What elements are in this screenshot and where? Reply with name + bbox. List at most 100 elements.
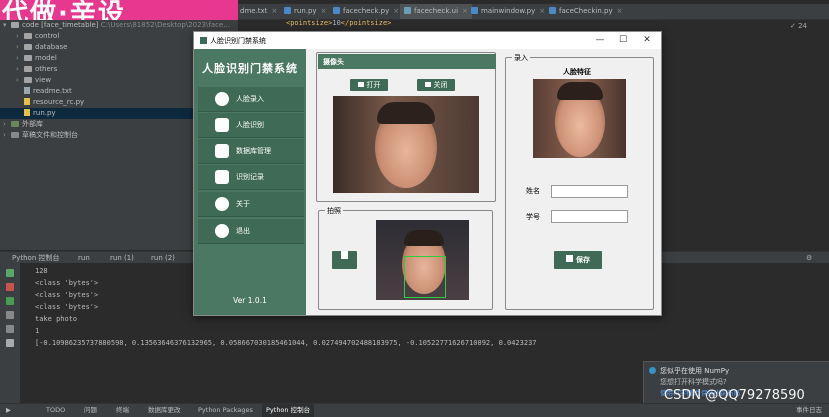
sidebar-item-records[interactable]: 识别记录 — [198, 165, 304, 190]
tree-item[interactable]: › database — [16, 42, 67, 53]
database-icon — [215, 144, 229, 158]
student-id-label: 学号 — [526, 213, 540, 221]
python-file-icon — [24, 109, 30, 116]
maximize-button[interactable]: ☐ — [612, 34, 634, 46]
run-tool-icon[interactable]: ▶ — [6, 404, 11, 417]
run-toolbar — [0, 263, 20, 403]
console-line: [-0.10986235737880598, 0.135636463761329… — [35, 339, 537, 347]
app-window-title: 人脸识别门禁系统 — [210, 37, 266, 45]
info-icon — [649, 367, 656, 374]
rerun-icon[interactable] — [6, 269, 14, 277]
folder-icon — [24, 55, 32, 61]
folder-icon — [24, 44, 32, 50]
notification-title: 您似乎在使用 NumPy — [660, 367, 730, 375]
console-line: 128 — [35, 267, 48, 275]
tool-tab-todo[interactable]: TODO — [46, 404, 65, 417]
tree-item[interactable]: › others — [16, 64, 57, 75]
face-scan-icon — [215, 118, 229, 132]
settings-icon[interactable] — [6, 325, 14, 333]
camera-close-button[interactable]: 关闭 — [417, 79, 455, 91]
folder-icon — [11, 22, 19, 28]
camera-header: 摄像头 — [318, 54, 496, 69]
close-icon[interactable]: × — [539, 7, 545, 15]
scroll-icon[interactable] — [6, 311, 14, 319]
close-icon[interactable]: × — [271, 7, 277, 15]
stop-icon[interactable] — [6, 283, 14, 291]
close-icon[interactable]: × — [617, 7, 623, 15]
tree-item[interactable]: › view — [16, 75, 51, 86]
camera-off-icon — [424, 82, 431, 87]
scratch-icon — [11, 132, 19, 138]
capture-group-title: 拍照 — [325, 206, 343, 216]
text-file-icon — [24, 87, 30, 94]
captured-photo — [376, 220, 469, 300]
app-sidebar: 人脸识别门禁系统 人脸录入 人脸识别 数据库管理 识别记录 关于 退出 Ver … — [194, 49, 306, 315]
editor-tab[interactable]: facecheck.py × — [333, 4, 399, 19]
save-icon — [566, 255, 573, 262]
feature-title: 人脸特征 — [563, 68, 591, 76]
save-button[interactable]: 保存 — [554, 251, 602, 269]
folder-icon — [24, 66, 32, 72]
library-icon — [11, 121, 19, 127]
student-id-field[interactable] — [551, 210, 628, 223]
sidebar-item-database[interactable]: 数据库管理 — [198, 139, 304, 164]
add-icon[interactable] — [6, 339, 14, 347]
promo-banner-text: 代做·辛设 — [2, 0, 126, 20]
ui-file-icon — [404, 7, 411, 14]
run-icon[interactable] — [6, 297, 14, 305]
console-line: 1 — [35, 327, 40, 335]
face-detection-box — [404, 256, 446, 298]
camera-open-button[interactable]: 打开 — [350, 79, 388, 91]
tool-tab-db-changes[interactable]: 数据库更改 — [148, 404, 181, 417]
editor-tab[interactable]: mainwindow.py × — [471, 4, 545, 19]
editor-tab[interactable]: faceCheckin.py × — [549, 4, 623, 19]
tool-tab-problems[interactable]: 问题 — [84, 404, 97, 417]
camera-icon — [357, 82, 364, 87]
take-photo-button[interactable] — [332, 251, 357, 269]
minimize-button[interactable]: — — [589, 34, 611, 46]
camera-preview — [333, 96, 479, 193]
close-icon[interactable]: × — [462, 7, 468, 15]
editor-tab[interactable]: dme.txt × — [240, 4, 277, 19]
close-icon[interactable]: × — [393, 7, 399, 15]
tool-tab-console[interactable]: Python 控制台 — [262, 404, 315, 417]
watermark-text: CSDN @QQ79278590 — [664, 388, 805, 403]
console-line: <class 'bytes'> — [35, 291, 99, 299]
console-line: <class 'bytes'> — [35, 303, 99, 311]
sidebar-item-about[interactable]: 关于 — [198, 192, 304, 217]
close-icon[interactable]: × — [321, 7, 327, 15]
tree-item[interactable]: › control — [16, 31, 59, 42]
name-field[interactable] — [551, 185, 628, 198]
editor-tab[interactable]: run.py × — [284, 4, 326, 19]
user-add-icon — [215, 92, 229, 106]
app-icon — [200, 37, 207, 44]
tree-item[interactable]: › 草稿文件和控制台 — [3, 130, 78, 141]
editor-tab-bar: dme.txt × run.py × facecheck.py × facecheck… — [238, 4, 829, 20]
python-file-icon — [333, 7, 340, 14]
tool-tab-packages[interactable]: Python Packages — [198, 404, 253, 417]
console-line: take photo — [35, 315, 78, 323]
hair-shape — [404, 230, 444, 246]
name-label: 姓名 — [526, 187, 540, 195]
camera-icon — [341, 251, 348, 259]
tree-item[interactable]: resource_rc.py — [24, 97, 84, 108]
tree-item[interactable]: › 外部库 — [3, 119, 43, 130]
folder-icon — [24, 77, 32, 83]
sidebar-item-face-recognize[interactable]: 人脸识别 — [198, 113, 304, 138]
tree-item[interactable]: readme.txt — [24, 86, 72, 97]
code-line: <pointsize>10</pointsize> — [286, 19, 392, 27]
sidebar-item-exit[interactable]: 退出 — [198, 219, 304, 244]
sidebar-item-face-enroll[interactable]: 人脸录入 — [198, 87, 304, 112]
app-title-bar[interactable]: 人脸识别门禁系统 — ☐ ✕ — [194, 32, 661, 49]
close-button[interactable]: ✕ — [636, 34, 658, 46]
editor-tab-active[interactable]: facecheck.ui × — [400, 4, 472, 19]
hair-shape — [377, 102, 435, 124]
tool-tab-event-log[interactable]: 事件日志 — [796, 404, 822, 417]
notification-body: 您想打开科学模式吗? — [660, 378, 727, 386]
python-file-icon — [284, 7, 291, 14]
tool-tab-terminal[interactable]: 终端 — [116, 404, 129, 417]
python-file-icon — [549, 7, 556, 14]
tree-root[interactable]: ▾ code [face_timetable] C:\Users\81852\De… — [3, 20, 230, 31]
tree-item[interactable]: › model — [16, 53, 57, 64]
records-icon — [215, 170, 229, 184]
